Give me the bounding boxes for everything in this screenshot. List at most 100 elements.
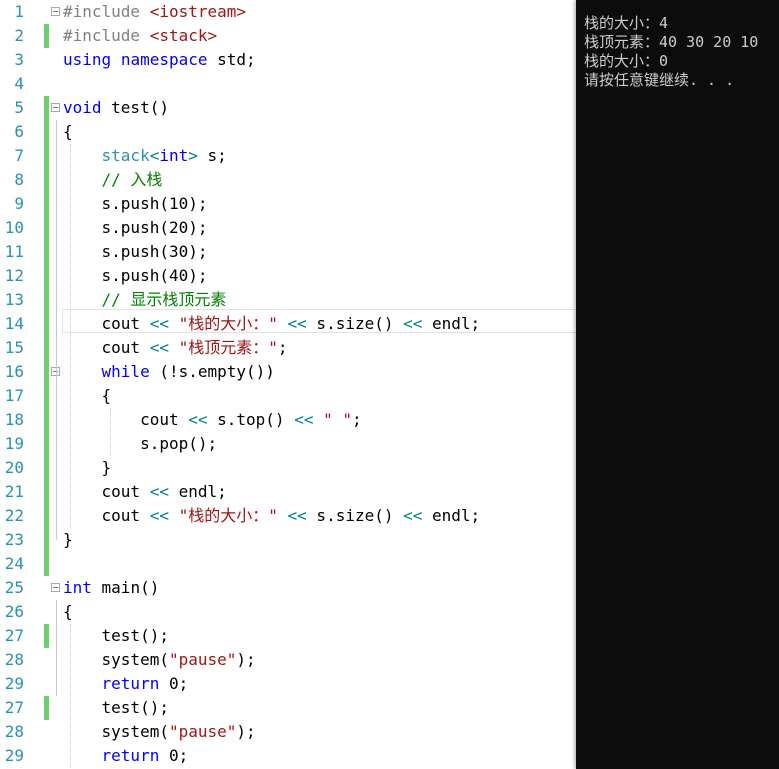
code-text: s.push(40); <box>63 264 208 288</box>
collapse-icon[interactable] <box>51 103 60 112</box>
collapse-icon[interactable] <box>51 583 60 592</box>
change-indicator <box>44 216 49 240</box>
code-token: s.push(30); <box>63 242 208 261</box>
change-indicator <box>44 48 49 72</box>
code-line[interactable]: 3 using namespace std; <box>0 48 576 72</box>
code-line[interactable]: 18 cout << s.top() << " "; <box>0 408 576 432</box>
line-number: 20 <box>4 458 24 477</box>
code-token: ; <box>352 410 362 429</box>
code-token: void <box>63 98 102 117</box>
console-window[interactable]: 栈的大小：4 栈顶元素：40 30 20 10 栈的大小：0 请按任意键继续. … <box>576 0 779 769</box>
code-line[interactable]: 20 } <box>0 456 576 480</box>
console-line: 栈顶元素：40 30 20 10 <box>584 33 759 51</box>
change-indicator <box>44 168 49 192</box>
code-line[interactable]: 24 <box>0 552 576 576</box>
code-line[interactable]: 29 return 0; <box>0 744 576 768</box>
change-indicator <box>44 336 49 360</box>
line-number: 28 <box>4 650 24 669</box>
code-line[interactable]: 9 s.push(10); <box>0 192 576 216</box>
code-text: cout << "栈的大小：" << s.size() << endl; <box>63 504 481 528</box>
change-indicator <box>44 600 49 624</box>
code-line[interactable]: 13 // 显示栈顶元素 <box>0 288 576 312</box>
code-token: s; <box>197 146 227 165</box>
code-line[interactable]: 2 #include <stack> <box>0 24 576 48</box>
line-number: 16 <box>4 362 24 381</box>
code-line[interactable]: 26 { <box>0 600 576 624</box>
code-token: < <box>149 146 160 165</box>
line-number: 13 <box>4 290 24 309</box>
code-line[interactable]: 12 s.push(40); <box>0 264 576 288</box>
code-line[interactable]: 27 test(); <box>0 624 576 648</box>
change-indicator <box>44 144 49 168</box>
code-token: stack <box>101 146 150 165</box>
line-number: 12 <box>4 266 24 285</box>
code-token: << <box>149 338 169 357</box>
code-line[interactable]: 6{ <box>0 120 576 144</box>
line-number: 15 <box>4 338 24 357</box>
change-indicator <box>44 288 49 312</box>
code-line[interactable]: 8 // 入栈 <box>0 168 576 192</box>
code-editor[interactable]: 1 #include <iostream> 2 #include <stack> 3 us… <box>0 0 576 769</box>
change-indicator <box>44 624 49 648</box>
code-line[interactable]: 23} <box>0 528 576 552</box>
code-token: system( <box>63 722 169 741</box>
code-token: "pause" <box>168 650 237 669</box>
code-line[interactable]: 25 int main() <box>0 576 576 600</box>
code-line[interactable]: 28 system("pause"); <box>0 720 576 744</box>
code-line[interactable]: 22 cout << "栈的大小：" << s.size() << endl; <box>0 504 576 528</box>
console-line: 请按任意键继续. . . <box>584 71 735 89</box>
line-number: 22 <box>4 506 24 525</box>
line-number: 24 <box>4 554 24 573</box>
code-line[interactable]: 1 #include <iostream> <box>0 0 576 24</box>
console-output: 栈的大小：4 栈顶元素：40 30 20 10 栈的大小：0 请按任意键继续. … <box>576 14 758 90</box>
code-text: { <box>63 600 73 624</box>
code-line[interactable]: 29 return 0; <box>0 672 576 696</box>
code-text: void test() <box>63 96 169 120</box>
code-token: #include <box>63 26 150 45</box>
code-text: using namespace std; <box>63 48 256 72</box>
collapse-icon[interactable] <box>51 7 60 16</box>
code-line[interactable]: 16 while (!s.empty()) <box>0 360 576 384</box>
code-line[interactable]: 27 test(); <box>0 696 576 720</box>
line-number: 8 <box>14 170 24 189</box>
code-line[interactable]: 21 cout << endl; <box>0 480 576 504</box>
code-token: << <box>403 314 423 333</box>
code-token: test() <box>101 98 169 117</box>
fold-guide <box>56 600 57 696</box>
code-text: { <box>63 120 73 144</box>
code-line[interactable]: 28 system("pause"); <box>0 648 576 672</box>
code-line[interactable]: 17 { <box>0 384 576 408</box>
fold-guide <box>56 384 57 468</box>
code-token: cout <box>63 482 150 501</box>
code-line[interactable]: 19 s.pop(); <box>0 432 576 456</box>
change-indicator <box>44 72 49 96</box>
line-number: 17 <box>4 386 24 405</box>
line-number: 25 <box>4 578 24 597</box>
line-number: 29 <box>4 746 24 765</box>
code-token: s.pop(); <box>63 434 218 453</box>
code-line[interactable]: 7 stack<int> s; <box>0 144 576 168</box>
change-indicator <box>44 456 49 480</box>
line-number: 5 <box>14 98 24 117</box>
code-line[interactable]: 14 cout << "栈的大小：" << s.size() << endl; <box>0 312 576 336</box>
code-token: system( <box>63 650 169 669</box>
code-token: test(); <box>63 626 169 645</box>
code-line[interactable]: 4 <box>0 72 576 96</box>
line-number: 1 <box>14 2 24 21</box>
fold-guide <box>56 120 57 540</box>
code-line[interactable]: 15 cout << "栈顶元素："; <box>0 336 576 360</box>
change-indicator <box>44 552 49 576</box>
line-number: 18 <box>4 410 24 429</box>
code-line[interactable]: 10 s.push(20); <box>0 216 576 240</box>
code-token: << <box>287 506 307 525</box>
change-indicator <box>44 240 49 264</box>
code-line[interactable]: 11 s.push(30); <box>0 240 576 264</box>
code-line[interactable]: 5 void test() <box>0 96 576 120</box>
change-indicator <box>44 672 49 696</box>
line-number: 4 <box>14 74 24 93</box>
